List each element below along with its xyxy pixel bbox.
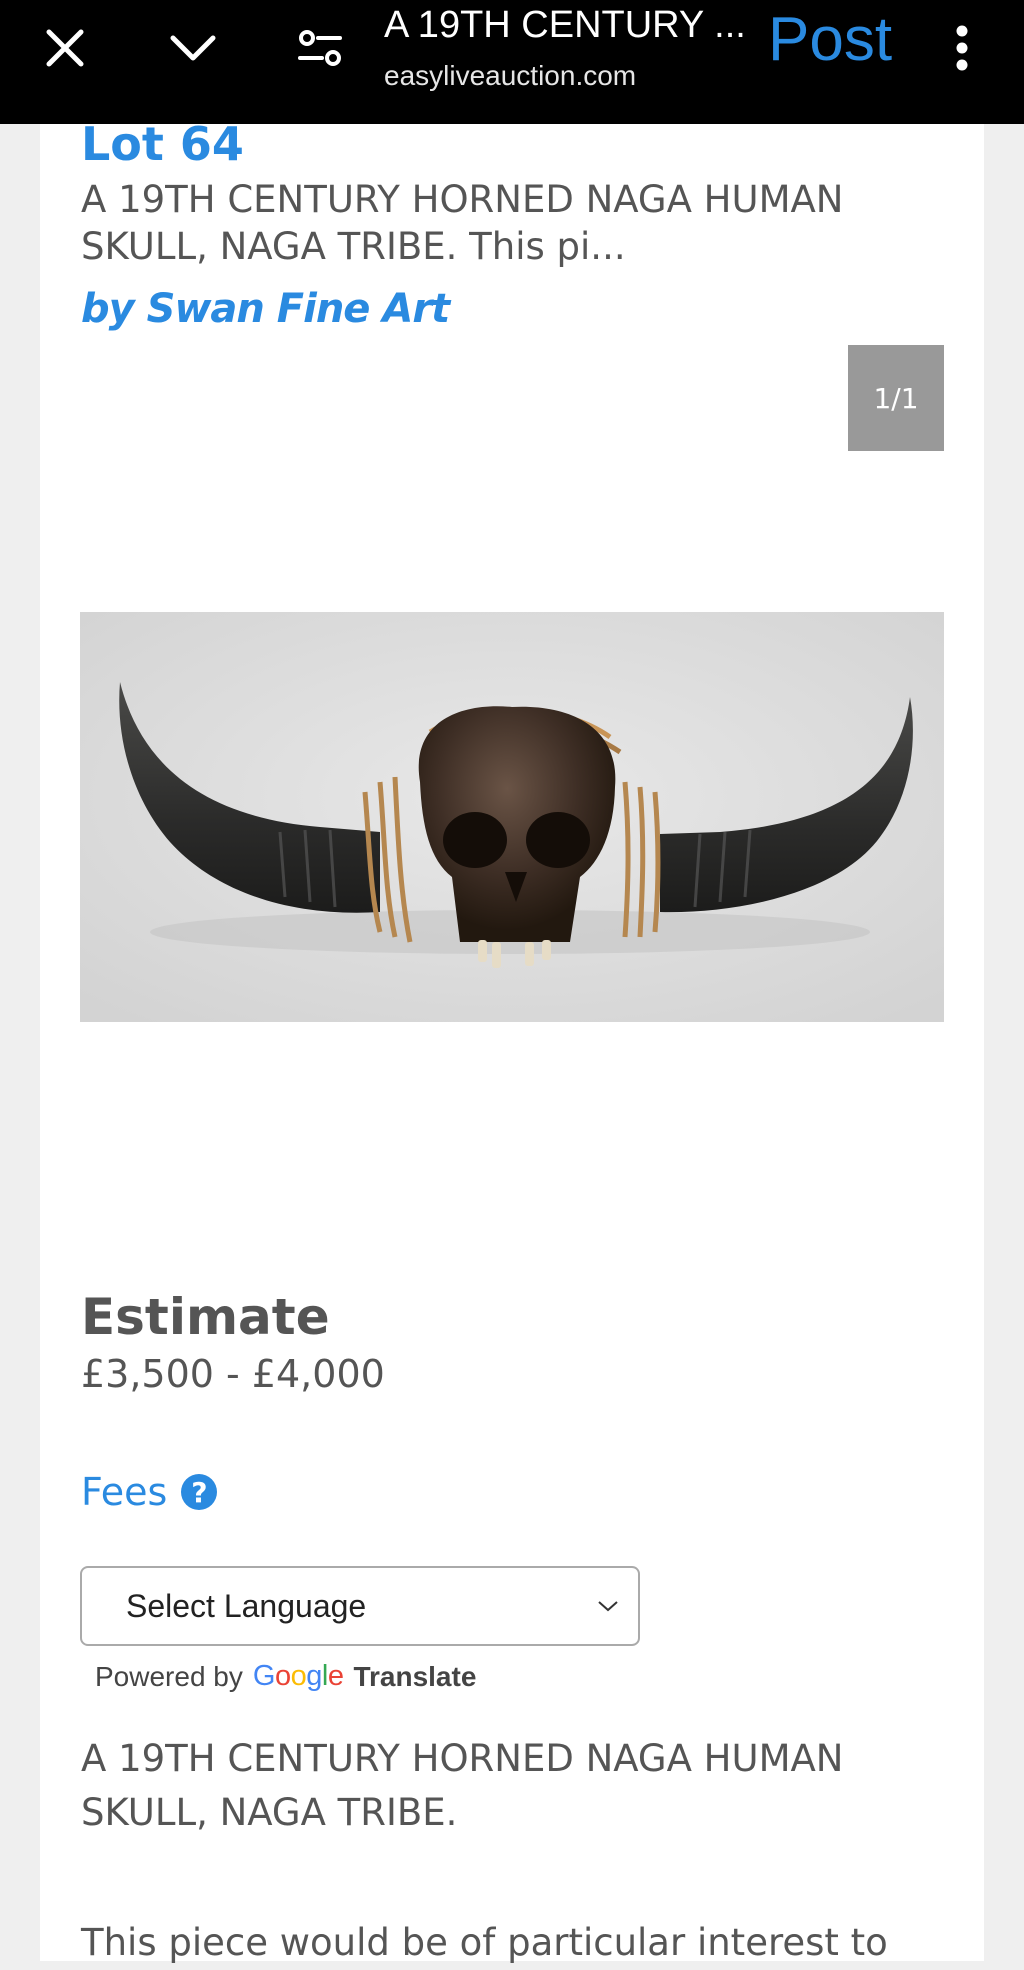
estimate-value: £3,500 - £4,000 — [81, 1352, 385, 1396]
page-title: A 19TH CENTURY ... — [384, 4, 746, 46]
translate-label: Translate — [353, 1660, 477, 1692]
fees-label: Fees — [81, 1470, 168, 1514]
description-paragraph: A 19TH CENTURY HORNED NAGA HUMAN SKULL, … — [81, 1737, 844, 1834]
seller-link[interactable]: by Swan Fine Art — [81, 286, 450, 332]
lot-image[interactable] — [80, 612, 944, 1022]
lot-title[interactable]: Lot 64 — [81, 120, 244, 168]
chevron-down-icon — [598, 1601, 618, 1612]
skull-with-horns-illustration — [80, 612, 944, 1022]
close-button[interactable] — [30, 0, 100, 96]
page-url: easyliveauction.com — [384, 60, 637, 91]
post-button[interactable]: Post — [768, 4, 892, 76]
chevron-down-icon — [170, 35, 216, 61]
fees-link[interactable]: Fees ? — [81, 1470, 218, 1514]
help-icon[interactable]: ? — [181, 1474, 218, 1510]
page-options-button[interactable] — [290, 0, 350, 96]
language-select-value: Select Language — [126, 1587, 367, 1624]
page-title-block[interactable]: A 19TH CENTURY ... easyliveauction.com — [384, 0, 754, 93]
more-options-button[interactable] — [940, 0, 984, 96]
powered-by-label: Powered by — [95, 1660, 243, 1692]
estimate-label: Estimate — [81, 1288, 330, 1346]
more-vert-icon — [956, 25, 968, 71]
google-translate-attribution: Powered by Google Translate — [95, 1660, 476, 1693]
google-logo[interactable]: Google — [253, 1660, 344, 1693]
lot-summary: A 19TH CENTURY HORNED NAGA HUMAN SKULL, … — [81, 178, 844, 268]
top-app-bar: A 19TH CENTURY ... easyliveauction.com P… — [0, 0, 1024, 124]
language-select[interactable]: Select Language — [80, 1566, 640, 1646]
minimize-button[interactable] — [155, 0, 231, 96]
lot-card: Lot 64 A 19TH CENTURY HORNED NAGA HUMAN … — [40, 120, 984, 1964]
close-icon — [46, 29, 84, 67]
description-paragraph: This piece would be of particular intere… — [81, 1921, 888, 1964]
tune-icon — [298, 30, 342, 66]
image-counter: 1/1 — [848, 345, 944, 451]
